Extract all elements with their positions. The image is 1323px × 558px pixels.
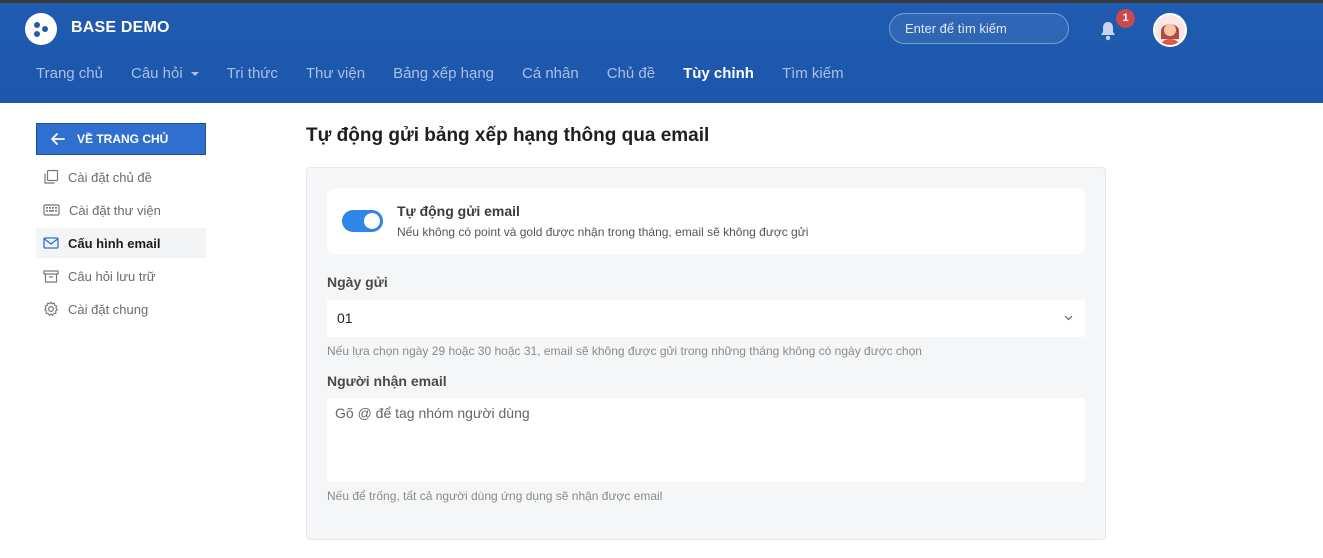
recipients-hint: Nếu để trống, tất cả người dùng ứng dụng…	[327, 489, 663, 503]
nav-item-library[interactable]: Thư viện	[306, 65, 365, 89]
send-day-select[interactable]: 01	[327, 300, 1085, 337]
sidebar-item-label: Câu hỏi lưu trữ	[68, 268, 156, 284]
keyboard-icon	[43, 204, 60, 216]
page-title: Tự động gửi bảng xếp hạng thông qua emai…	[306, 125, 710, 146]
search-input[interactable]	[889, 13, 1069, 44]
mail-icon	[43, 237, 59, 249]
gear-icon	[44, 301, 58, 316]
auto-send-description: Nếu không có point và gold được nhận tro…	[397, 225, 809, 239]
send-day-hint: Nếu lựa chọn ngày 29 hoặc 30 hoặc 31, em…	[327, 344, 922, 358]
sidebar-item-label: Cài đặt thư viện	[69, 202, 161, 218]
sidebar-item-archived-questions[interactable]: Câu hỏi lưu trữ	[36, 261, 206, 291]
nav-item-home[interactable]: Trang chủ	[36, 65, 103, 89]
avatar-icon	[1155, 15, 1185, 45]
email-settings-panel: Tự động gửi email Nếu không có point và …	[306, 167, 1106, 540]
arrow-left-icon	[51, 133, 65, 145]
recipients-input[interactable]	[327, 398, 1085, 482]
sidebar-item-email-config[interactable]: Cấu hình email	[36, 228, 206, 258]
app-title: BASE DEMO	[71, 19, 170, 36]
auto-send-card: Tự động gửi email Nếu không có point và …	[327, 188, 1085, 254]
chevron-down-icon	[190, 72, 199, 77]
back-to-home-button[interactable]: VỀ TRANG CHỦ	[36, 123, 206, 155]
auto-send-toggle[interactable]	[342, 210, 383, 232]
nav-item-questions[interactable]: Câu hỏi	[131, 65, 199, 89]
toggle-knob	[364, 213, 380, 229]
sidebar-item-general-settings[interactable]: Cài đặt chung	[36, 294, 206, 324]
auto-send-title: Tự động gửi email	[397, 203, 520, 219]
main-nav: Trang chủ Câu hỏi Tri thức Thư viện Bảng…	[36, 65, 872, 89]
nav-item-topics[interactable]: Chủ đề	[607, 65, 655, 89]
nav-item-questions-label: Câu hỏi	[130, 65, 183, 82]
bell-icon[interactable]	[1098, 20, 1118, 42]
avatar[interactable]	[1153, 13, 1187, 47]
send-day-value: 01	[337, 310, 353, 326]
nav-item-search[interactable]: Tìm kiếm	[782, 65, 844, 89]
copy-icon	[44, 169, 59, 184]
nav-item-knowledge[interactable]: Tri thức	[227, 65, 278, 89]
nav-item-customize[interactable]: Tùy chỉnh	[683, 65, 754, 89]
notification-badge: 1	[1116, 9, 1135, 28]
app-header: BASE DEMO 1 Trang chủ Câu hỏi Tri thức T…	[0, 3, 1323, 103]
nav-item-personal[interactable]: Cá nhân	[522, 65, 579, 89]
back-to-home-label: VỀ TRANG CHỦ	[77, 132, 169, 146]
sidebar-item-library-settings[interactable]: Cài đặt thư viện	[36, 195, 206, 225]
sidebar-item-label: Cài đặt chủ đề	[68, 169, 152, 185]
sidebar-item-label: Cấu hình email	[68, 235, 161, 251]
sidebar-item-label: Cài đặt chung	[68, 301, 149, 317]
sidebar-item-topic-settings[interactable]: Cài đặt chủ đề	[36, 162, 206, 192]
chevron-down-icon	[1064, 315, 1073, 321]
send-day-label: Ngày gửi	[327, 274, 388, 290]
archive-icon	[43, 269, 59, 283]
app-logo-icon[interactable]	[25, 13, 57, 45]
recipients-label: Người nhận email	[327, 373, 447, 389]
nav-item-leaderboard[interactable]: Bảng xếp hạng	[393, 65, 494, 89]
